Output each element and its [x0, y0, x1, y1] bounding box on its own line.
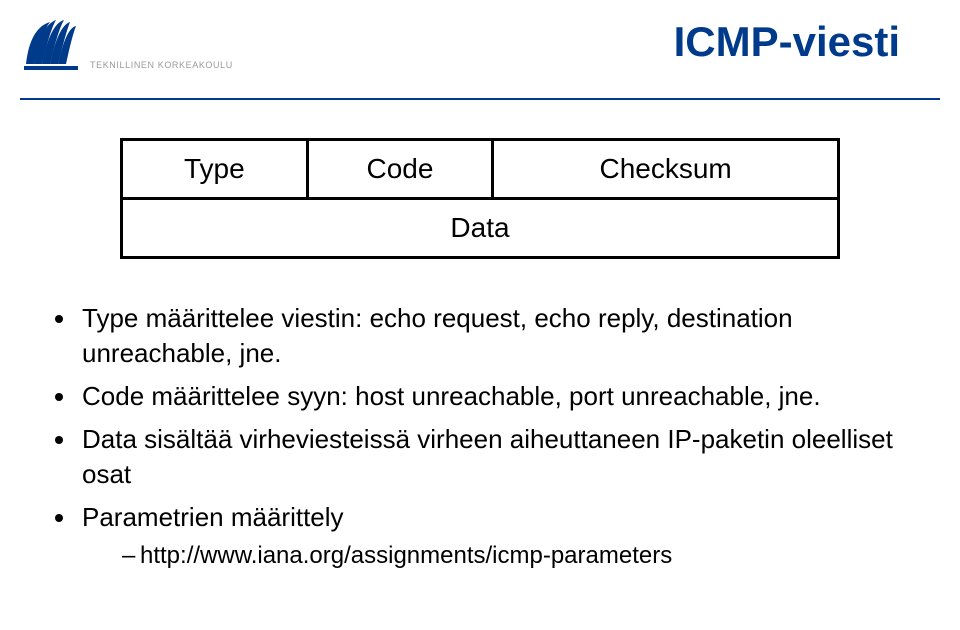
institution-name: TEKNILLINEN KORKEAKOULU: [90, 60, 233, 70]
slide-title: ICMP-viesti: [674, 18, 900, 66]
bullet-list: Type määrittelee viestin: echo request, …: [60, 301, 900, 572]
bullet-item: Type määrittelee viestin: echo request, …: [78, 301, 900, 371]
packet-field-code: Code: [309, 141, 495, 197]
slide: TEKNILLINEN KORKEAKOULU ICMP-viesti Type…: [0, 0, 960, 630]
institution-logo-icon: [20, 18, 84, 74]
bullet-item: Code määrittelee syyn: host unreachable,…: [78, 379, 900, 414]
slide-header: TEKNILLINEN KORKEAKOULU ICMP-viesti: [0, 0, 960, 88]
bullet-text: Parametrien määrittely: [82, 502, 344, 532]
packet-field-type: Type: [123, 141, 309, 197]
slide-content: Type Code Checksum Data Type määrittelee…: [0, 88, 960, 572]
bullet-item: Data sisältää virheviesteissä virheen ai…: [78, 422, 900, 492]
packet-field-checksum: Checksum: [494, 141, 837, 197]
sub-bullet-list: http://www.iana.org/assignments/icmp-par…: [82, 540, 900, 572]
packet-diagram: Type Code Checksum Data: [120, 138, 840, 259]
packet-row-header: Type Code Checksum: [120, 138, 840, 200]
bullet-item: Parametrien määrittely http://www.iana.o…: [78, 500, 900, 571]
sub-bullet-item: http://www.iana.org/assignments/icmp-par…: [122, 540, 900, 572]
packet-field-data: Data: [120, 200, 840, 259]
